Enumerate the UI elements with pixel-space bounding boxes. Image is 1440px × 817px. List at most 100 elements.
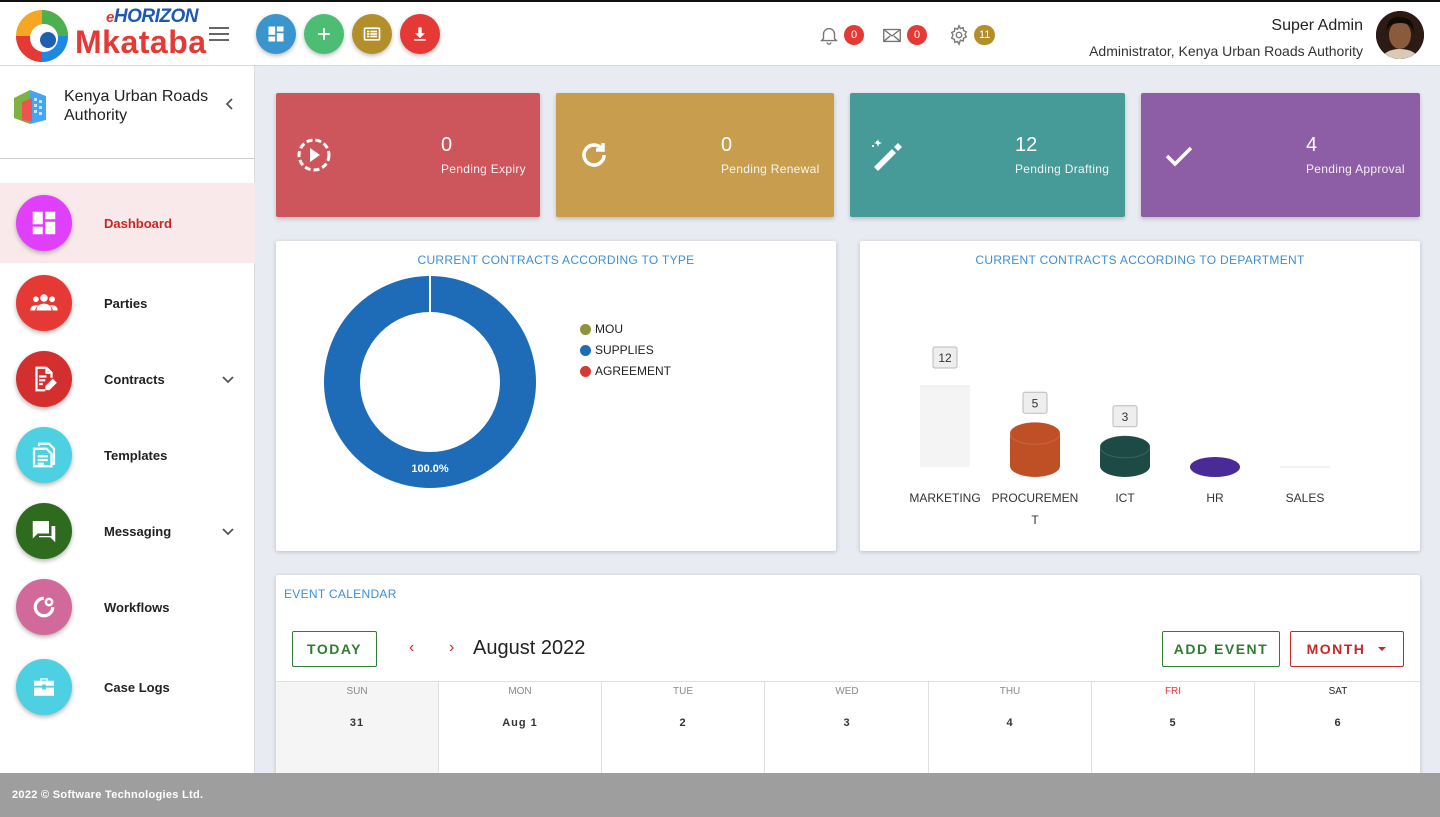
stat-card-pending-approval[interactable]: 4 Pending Approval [1141,93,1420,217]
date-label: Aug 1 [502,717,538,729]
bar-bottom-cap [1010,455,1060,477]
user-name[interactable]: Super Admin [1271,17,1363,35]
calendar-day-cell[interactable]: SUN 31 [276,682,439,773]
settings-count-badge: 11 [974,25,996,45]
x-tick-label: HR [1206,491,1224,505]
bell-icon [820,27,838,45]
chat-icon [32,521,56,543]
sidebar-item-messaging[interactable]: Messaging [0,491,255,571]
user-role: Administrator, Kenya Urban Roads Authori… [1089,43,1363,59]
department-bar-chart: 12 MARKETING 5 PROCUREMEN T 3 ICT HR SALES [909,346,1330,527]
sidebar-item-parties[interactable]: Parties [0,263,255,343]
stat-value: 4 [1306,134,1318,156]
add-quick-button[interactable] [304,14,344,54]
settings-button[interactable]: 11 [948,24,996,46]
sidebar-item-workflows[interactable]: Workflows [0,567,255,647]
bar-bottom-cap [1100,455,1150,477]
weekday-label: SUN [346,686,368,697]
briefcase-icon [34,678,54,696]
nav-icon-circle [16,579,72,635]
notification-count-badge: 0 [844,25,864,45]
sidebar-item-label: Case Logs [104,680,170,695]
add-event-button[interactable]: ADD EVENT [1162,631,1280,667]
prev-month-button[interactable]: ‹ [409,639,414,657]
magic-wand-icon [872,139,902,171]
bar-marketing[interactable] [920,386,970,467]
nav-icon-circle [16,503,72,559]
contracts-by-department-panel: CURRENT CONTRACTS ACCORDING TO DEPARTMEN… [860,241,1420,551]
calendar-day-cell[interactable]: TUE 2 [602,682,765,773]
gear-icon [950,24,968,46]
donut-slice-supplies[interactable] [324,276,536,488]
stat-card-pending-renewal[interactable]: 0 Pending Renewal [556,93,834,217]
nav-icon-circle [16,195,72,251]
bar-hr[interactable] [1190,457,1240,477]
list-quick-button[interactable] [352,14,392,54]
bar-top-cap [1009,421,1061,445]
download-quick-button[interactable] [400,14,440,54]
sidebar-item-label: Contracts [104,372,165,387]
nav-icon-circle [16,427,72,483]
dashboard-icon [32,211,56,235]
view-select-button[interactable]: MONTH [1290,631,1404,667]
sidebar-item-templates[interactable]: Templates [0,415,255,495]
app-logo[interactable]: eHORIZON Mkataba [14,6,206,64]
notifications-button[interactable]: 0 [818,24,864,46]
legend-item-agreement[interactable]: AGREEMENT [580,364,671,378]
sidebar-item-label: Dashboard [104,216,172,231]
view-select-label: MONTH [1306,641,1366,657]
calendar-day-cell[interactable]: SAT 6 [1256,682,1420,773]
stat-value: 0 [441,134,453,156]
message-count-badge: 0 [907,25,927,45]
next-month-button[interactable]: › [449,639,454,657]
legend-label: MOU [595,322,623,336]
stat-label: Pending Drafting [1015,162,1110,176]
contracts-by-type-panel: CURRENT CONTRACTS ACCORDING TO TYPE 100.… [276,241,836,551]
legend-item-supplies[interactable]: SUPPLIES [580,343,654,357]
sidebar-item-dashboard[interactable]: Dashboard [0,183,255,263]
avatar[interactable] [1376,11,1424,59]
weekday-label: WED [835,686,859,697]
calendar-day-cell[interactable]: THU 4 [929,682,1092,773]
mail-icon [883,28,901,43]
legend-dot [580,323,591,335]
check-icon [1165,146,1193,167]
x-tick-label-wrap: T [1031,513,1039,527]
date-label: 3 [843,717,851,729]
workflow-icon [33,596,55,618]
chevron-left-icon[interactable] [222,96,238,112]
play-circle-icon [297,138,331,172]
messages-button[interactable]: 0 [881,24,927,46]
stat-card-pending-drafting[interactable]: 12 Pending Drafting [850,93,1125,217]
contract-icon [35,366,57,392]
donut-chart: 100.0% [324,276,536,488]
legend-item-mou[interactable]: MOU [580,322,623,336]
stat-label: Pending Renewal [721,162,820,176]
x-tick-label: ICT [1115,491,1135,505]
weekday-label: TUE [673,686,693,697]
stat-card-pending-expiry[interactable]: 0 Pending Expiry [276,93,540,217]
calendar-day-cell[interactable]: MON Aug 1 [439,682,602,773]
chevron-down-icon[interactable] [220,371,236,387]
stat-label: Pending Approval [1306,162,1405,176]
calendar-title: EVENT CALENDAR [284,587,397,601]
event-calendar-panel: EVENT CALENDAR TODAY ‹ › August 2022 ADD… [276,575,1420,773]
sidebar: Kenya Urban Roads Authority Dashboard Pa… [0,66,255,773]
plus-icon [318,28,330,40]
template-icon [32,442,56,468]
calendar-day-cell[interactable]: FRI 5 [1092,682,1255,773]
x-tick-label: MARKETING [909,491,980,505]
weekday-label: THU [999,686,1021,697]
today-button[interactable]: TODAY [292,631,377,667]
menu-toggle-icon[interactable] [209,27,229,41]
stat-label: Pending Expiry [441,162,526,176]
dashboard-quick-button[interactable] [256,14,296,54]
building-icon [14,90,46,124]
sidebar-item-contracts[interactable]: Contracts [0,339,255,419]
calendar-day-cell[interactable]: WED 3 [766,682,929,773]
data-label: 5 [1032,396,1039,410]
data-label: 12 [938,351,952,365]
date-label: 6 [1334,717,1342,729]
chevron-down-icon[interactable] [220,523,236,539]
sidebar-item-case-logs[interactable]: Case Logs [0,647,255,727]
